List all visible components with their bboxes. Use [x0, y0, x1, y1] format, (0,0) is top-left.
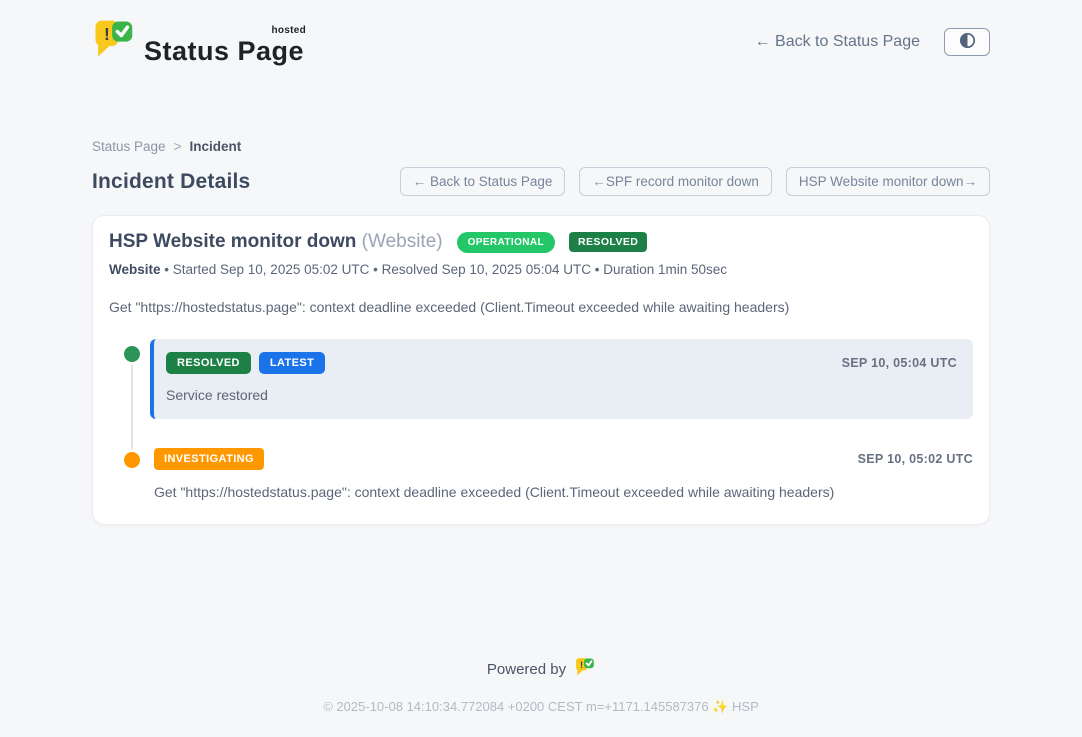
brand-logo: ! Status Page hosted [92, 16, 308, 67]
back-to-status-page-button[interactable]: ← Back to Status Page [400, 167, 566, 196]
header-actions: ← Back to Status Page [755, 28, 990, 56]
breadcrumb-separator: > [174, 139, 182, 154]
header-back-link[interactable]: ← Back to Status Page [755, 33, 920, 51]
next-incident-button[interactable]: HSP Website monitor down→ [786, 167, 990, 196]
svg-text:!: ! [104, 24, 110, 44]
timeline-message: Get "https://hostedstatus.page": context… [154, 484, 973, 500]
timeline-entry-investigating: INVESTIGATING SEP 10, 05:02 UTC Get "htt… [109, 445, 973, 500]
incident-title: HSP Website monitor down (Website) [109, 231, 443, 253]
timeline-entry-badges-row: INVESTIGATING SEP 10, 05:02 UTC [154, 448, 973, 470]
timeline-timestamp: SEP 10, 05:02 UTC [858, 452, 973, 466]
breadcrumb-incident: Incident [189, 139, 241, 154]
timeline-entry-content: INVESTIGATING SEP 10, 05:02 UTC Get "htt… [150, 445, 973, 500]
incident-meta-component: Website [109, 262, 161, 277]
page-title: Incident Details [92, 170, 250, 194]
resolved-status-badge: RESOLVED [569, 232, 647, 252]
timeline-entry-badges-row: RESOLVED LATEST SEP 10, 05:04 UTC [166, 352, 957, 374]
brand-name: Status Page hosted [144, 36, 308, 67]
incident-timeline: RESOLVED LATEST SEP 10, 05:04 UTC Servic… [109, 339, 973, 500]
top-header: ! Status Page hosted ← Back to Status Pa… [64, 0, 1018, 67]
title-row: Incident Details ← Back to Status Page ←… [92, 167, 990, 196]
timeline-message: Service restored [166, 387, 957, 403]
timeline-timestamp: SEP 10, 05:04 UTC [842, 356, 957, 370]
svg-text:!: ! [580, 660, 583, 670]
timeline-entry-resolved: RESOLVED LATEST SEP 10, 05:04 UTC Servic… [109, 339, 973, 419]
page-footer: Powered by ! © 2025-10-08 14:10:34.77208… [0, 656, 1082, 737]
timeline-dot-orange [124, 452, 140, 468]
theme-toggle-button[interactable] [944, 28, 990, 56]
status-page-logo-icon: ! [92, 16, 134, 67]
copyright-text: © 2025-10-08 14:10:34.772084 +0200 CEST … [0, 699, 1082, 715]
incident-nav-buttons: ← Back to Status Page ←SPF record monito… [400, 167, 990, 196]
main-content: Status Page > Incident Incident Details … [92, 67, 990, 525]
incident-component: (Website) [362, 231, 443, 252]
incident-card-header: HSP Website monitor down (Website) OPERA… [109, 231, 973, 253]
breadcrumb: Status Page > Incident [92, 139, 990, 154]
status-page-footer-logo-icon: ! [574, 656, 595, 682]
incident-meta: Website • Started Sep 10, 2025 05:02 UTC… [109, 262, 973, 277]
investigating-badge: INVESTIGATING [154, 448, 264, 470]
prev-incident-button[interactable]: ←SPF record monitor down [579, 167, 772, 196]
latest-badge: LATEST [259, 352, 325, 374]
incident-meta-details: • Started Sep 10, 2025 05:02 UTC • Resol… [161, 262, 728, 277]
powered-by-link[interactable]: Powered by ! [487, 656, 595, 682]
resolved-badge: RESOLVED [166, 352, 251, 374]
powered-by-label: Powered by [487, 661, 566, 678]
operational-status-badge: OPERATIONAL [457, 232, 555, 253]
timeline-dot-green [124, 346, 140, 362]
timeline-entry-latest-box: RESOLVED LATEST SEP 10, 05:04 UTC Servic… [150, 339, 973, 419]
incident-card: HSP Website monitor down (Website) OPERA… [92, 215, 990, 525]
breadcrumb-status-page[interactable]: Status Page [92, 139, 166, 154]
brand-superscript: hosted [271, 25, 306, 36]
half-moon-contrast-icon [959, 32, 976, 52]
incident-description: Get "https://hostedstatus.page": context… [109, 299, 973, 315]
